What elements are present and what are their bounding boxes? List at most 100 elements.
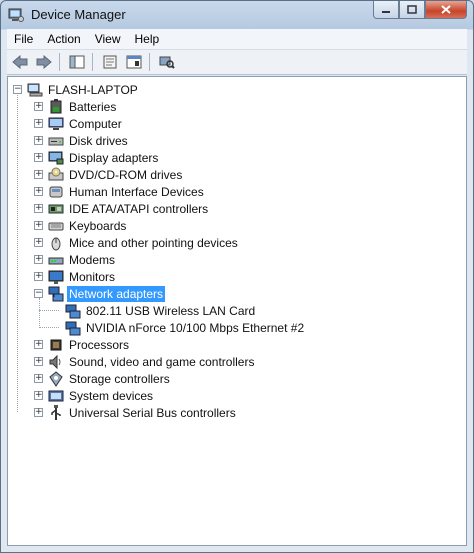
system-device-icon bbox=[48, 390, 64, 401]
menu-view[interactable]: View bbox=[88, 29, 128, 49]
expand-toggle[interactable]: + bbox=[34, 221, 43, 230]
category-label: DVD/CD-ROM drives bbox=[69, 167, 183, 182]
device-manager-icon bbox=[8, 8, 24, 22]
tree-category-network-adapters[interactable]: − Network adapters bbox=[34, 285, 166, 302]
properties-button[interactable] bbox=[99, 52, 121, 72]
menu-action[interactable]: Action bbox=[40, 29, 87, 49]
tree-category-processors[interactable]: + Processors bbox=[34, 336, 131, 353]
device-tree-pane: − FLASH-LAPTOP + Batteries + Computer + Disk dr… bbox=[7, 76, 467, 546]
help-icon bbox=[126, 55, 142, 69]
help-button[interactable] bbox=[123, 52, 145, 72]
menu-bar: File Action View Help bbox=[7, 29, 467, 50]
tree-connector bbox=[39, 327, 59, 328]
show-hide-console-tree-button[interactable] bbox=[66, 52, 88, 72]
tree-category-keyboards[interactable]: + Keyboards bbox=[34, 217, 128, 234]
network-device-icon bbox=[65, 304, 81, 318]
minimize-icon bbox=[382, 10, 390, 13]
computer-root-icon bbox=[27, 83, 43, 96]
tree-category-monitors[interactable]: + Monitors bbox=[34, 268, 117, 285]
expand-toggle[interactable]: + bbox=[34, 170, 43, 179]
expand-toggle[interactable]: + bbox=[34, 238, 43, 247]
expand-toggle[interactable]: + bbox=[34, 357, 43, 366]
toolbar-separator bbox=[92, 53, 93, 71]
properties-icon bbox=[103, 55, 117, 69]
usb-icon bbox=[51, 404, 61, 420]
processor-icon bbox=[50, 339, 62, 350]
category-label: Network adapters bbox=[67, 285, 166, 302]
expand-toggle[interactable]: + bbox=[34, 204, 43, 213]
minimize-button[interactable] bbox=[373, 1, 399, 19]
category-label: Computer bbox=[69, 116, 122, 131]
menu-help[interactable]: Help bbox=[128, 29, 167, 49]
maximize-button[interactable] bbox=[399, 1, 425, 19]
maximize-icon bbox=[407, 5, 417, 14]
tree-device-item[interactable]: 802.11 USB Wireless LAN Card bbox=[60, 302, 257, 319]
expand-toggle[interactable]: + bbox=[34, 408, 43, 417]
toolbar bbox=[7, 50, 467, 75]
dvd-drive-icon bbox=[48, 167, 64, 180]
tree-root-label: FLASH-LAPTOP bbox=[48, 82, 138, 97]
expand-toggle[interactable]: + bbox=[34, 374, 43, 383]
device-label: 802.11 USB Wireless LAN Card bbox=[86, 303, 256, 318]
expand-toggle[interactable]: + bbox=[34, 340, 43, 349]
network-device-icon bbox=[65, 321, 81, 335]
expand-toggle[interactable]: + bbox=[34, 119, 43, 128]
caption-buttons bbox=[373, 1, 467, 21]
back-button[interactable] bbox=[9, 52, 31, 72]
tree-category-display-adapters[interactable]: + Display adapters bbox=[34, 149, 160, 166]
tree-category-ide-ata-atapi-controllers[interactable]: + IDE ATA/ATAPI controllers bbox=[34, 200, 210, 217]
category-label: Universal Serial Bus controllers bbox=[69, 405, 236, 420]
tree-category-universal-serial-bus-controllers[interactable]: + Universal Serial Bus controllers bbox=[34, 404, 238, 421]
category-label: Storage controllers bbox=[69, 371, 170, 386]
category-label: Monitors bbox=[69, 269, 116, 284]
disk-drive-icon bbox=[48, 137, 64, 145]
tree-category-modems[interactable]: + Modems bbox=[34, 251, 117, 268]
close-button[interactable] bbox=[425, 1, 467, 19]
expand-toggle[interactable]: + bbox=[34, 391, 43, 400]
category-label: Mice and other pointing devices bbox=[69, 235, 238, 250]
tree-device-item[interactable]: NVIDIA nForce 10/100 Mbps Ethernet #2 bbox=[60, 319, 306, 336]
tree-category-system-devices[interactable]: + System devices bbox=[34, 387, 155, 404]
device-label: NVIDIA nForce 10/100 Mbps Ethernet #2 bbox=[86, 320, 305, 335]
tree-category-batteries[interactable]: + Batteries bbox=[34, 98, 118, 115]
category-label: Batteries bbox=[69, 99, 117, 114]
toolbar-separator bbox=[149, 53, 150, 71]
collapse-toggle[interactable]: − bbox=[34, 289, 43, 298]
toolbar-separator bbox=[59, 53, 60, 71]
forward-icon bbox=[36, 55, 52, 69]
tree-root-computer[interactable]: − FLASH-LAPTOP bbox=[13, 81, 140, 98]
tree-category-human-interface-devices[interactable]: + Human Interface Devices bbox=[34, 183, 206, 200]
expand-toggle[interactable]: + bbox=[34, 187, 43, 196]
menu-file[interactable]: File bbox=[7, 29, 40, 49]
forward-button[interactable] bbox=[33, 52, 55, 72]
modem-icon bbox=[48, 257, 64, 264]
scan-hardware-button[interactable] bbox=[156, 52, 178, 72]
show-hide-console-tree-icon bbox=[69, 55, 85, 69]
title-bar[interactable]: Device Manager bbox=[1, 1, 473, 29]
expand-toggle[interactable]: + bbox=[34, 272, 43, 281]
tree-connector bbox=[39, 298, 40, 328]
expand-toggle[interactable]: + bbox=[34, 255, 43, 264]
root-collapse-toggle[interactable]: − bbox=[13, 85, 22, 94]
category-label: Sound, video and game controllers bbox=[69, 354, 255, 369]
back-icon bbox=[12, 55, 28, 69]
category-label: Processors bbox=[69, 337, 130, 352]
category-label: Modems bbox=[69, 252, 116, 267]
expand-toggle[interactable]: + bbox=[34, 102, 43, 111]
category-label: System devices bbox=[69, 388, 154, 403]
expand-toggle[interactable]: + bbox=[34, 153, 43, 162]
tree-category-disk-drives[interactable]: + Disk drives bbox=[34, 132, 130, 149]
battery-icon bbox=[50, 98, 62, 113]
computer-icon bbox=[48, 117, 64, 130]
hid-icon bbox=[49, 186, 63, 197]
tree-category-computer[interactable]: + Computer bbox=[34, 115, 124, 132]
tree-category-dvd-cd-rom-drives[interactable]: + DVD/CD-ROM drives bbox=[34, 166, 184, 183]
mouse-icon bbox=[51, 237, 61, 250]
tree-category-sound-video-and-game-controllers[interactable]: + Sound, video and game controllers bbox=[34, 353, 256, 370]
network-adapter-icon bbox=[48, 286, 64, 301]
tree-category-mice-and-other-pointing-devices[interactable]: + Mice and other pointing devices bbox=[34, 234, 240, 251]
tree-category-storage-controllers[interactable]: + Storage controllers bbox=[34, 370, 172, 387]
window-title: Device Manager bbox=[31, 7, 126, 22]
expand-toggle[interactable]: + bbox=[34, 136, 43, 145]
device-manager-window: Device Manager File Action View Help − F… bbox=[0, 0, 474, 553]
